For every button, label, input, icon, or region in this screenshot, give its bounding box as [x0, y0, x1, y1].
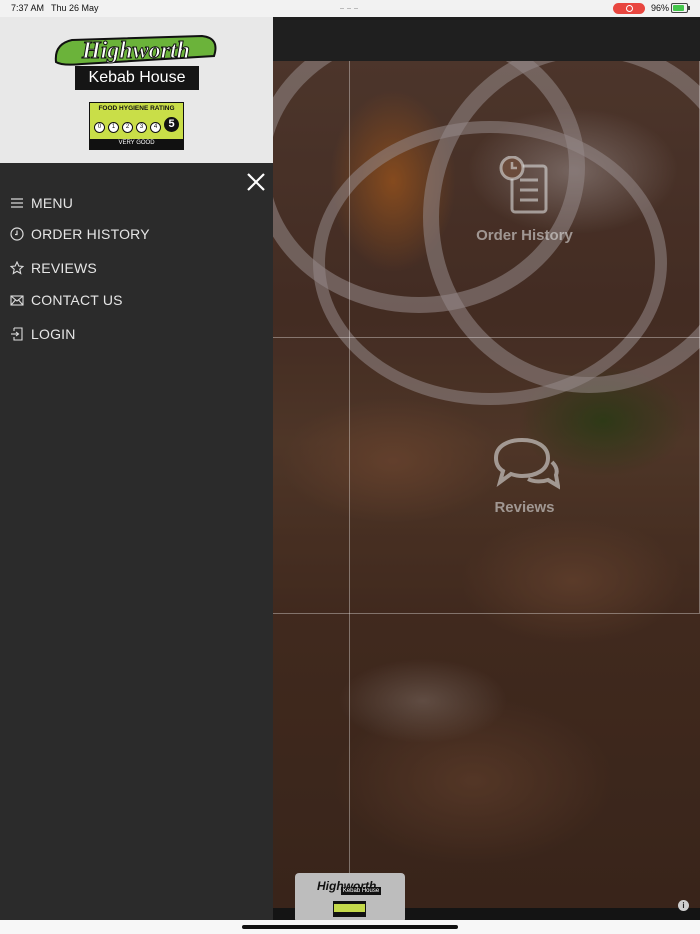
food-hygiene-badge: FOOD HYGIENE RATING 0 1 2 3 4 5 VERY GOO…: [89, 102, 184, 150]
hygiene-score: 0: [94, 122, 105, 133]
hygiene-score: 4: [150, 122, 161, 133]
tile-divider: [273, 613, 700, 614]
envelope-icon: [10, 295, 24, 306]
sidebar-item-login[interactable]: LOGIN: [10, 322, 76, 346]
sidebar-item-label: MENU: [31, 195, 74, 211]
home-indicator[interactable]: [0, 920, 700, 934]
status-bar: 7:37 AM Thu 26 May 96%: [0, 0, 700, 17]
sidebar-item-contact-us[interactable]: CONTACT US: [10, 288, 123, 312]
hero-food-image: Order History Reviews: [273, 61, 700, 908]
hygiene-footer: VERY GOOD: [118, 140, 155, 146]
main-content: Order History Reviews Highworth Kebab Ho…: [273, 17, 700, 923]
hygiene-title: FOOD HYGIENE RATING: [98, 105, 175, 112]
footer-logo-subtitle: Kebab House: [341, 887, 381, 895]
status-date: Thu 26 May: [51, 3, 99, 13]
logo-panel: Highworth Kebab House FOOD HYGIENE RATIN…: [0, 17, 273, 163]
screen-recording-icon: [613, 3, 645, 14]
footer-hygiene-badge: [333, 901, 366, 917]
menu-icon: [11, 198, 23, 208]
top-bar: [273, 17, 700, 61]
footer-logo: Highworth Kebab House: [295, 873, 405, 923]
hygiene-score: 3: [136, 122, 147, 133]
multitask-dots[interactable]: [340, 3, 360, 9]
battery-percent: 96%: [651, 3, 670, 13]
status-time: 7:37 AM: [11, 3, 45, 13]
sidebar-drawer: Highworth Kebab House FOOD HYGIENE RATIN…: [0, 17, 273, 920]
hygiene-score: 2: [122, 122, 133, 133]
hygiene-score: 1: [108, 122, 119, 133]
hygiene-rating: 5: [164, 117, 179, 132]
tile-label: Order History: [476, 227, 573, 244]
sidebar-item-menu[interactable]: MENU: [10, 191, 73, 215]
info-icon[interactable]: i: [678, 900, 689, 911]
tile-label: Reviews: [494, 499, 555, 516]
tile-reviews[interactable]: Reviews: [350, 338, 699, 613]
brand-name: Highworth: [81, 38, 190, 64]
order-history-icon: [499, 155, 547, 214]
close-icon[interactable]: [246, 172, 266, 192]
clock-icon: [10, 227, 24, 241]
brand-subtitle: Kebab House: [75, 66, 199, 90]
battery-icon: [671, 3, 690, 13]
sidebar-item-label: LOGIN: [31, 326, 76, 342]
star-icon: [10, 261, 24, 275]
sidebar-item-label: CONTACT US: [31, 292, 123, 308]
login-icon: [11, 327, 23, 341]
sidebar-item-reviews[interactable]: REVIEWS: [10, 256, 97, 280]
sidebar-item-label: REVIEWS: [31, 260, 97, 276]
tile-order-history[interactable]: Order History: [350, 61, 699, 337]
brand-logo: Highworth: [54, 34, 217, 66]
sidebar-item-label: ORDER HISTORY: [31, 226, 150, 242]
sidebar-item-order-history[interactable]: ORDER HISTORY: [10, 222, 150, 246]
reviews-icon: [493, 437, 561, 490]
